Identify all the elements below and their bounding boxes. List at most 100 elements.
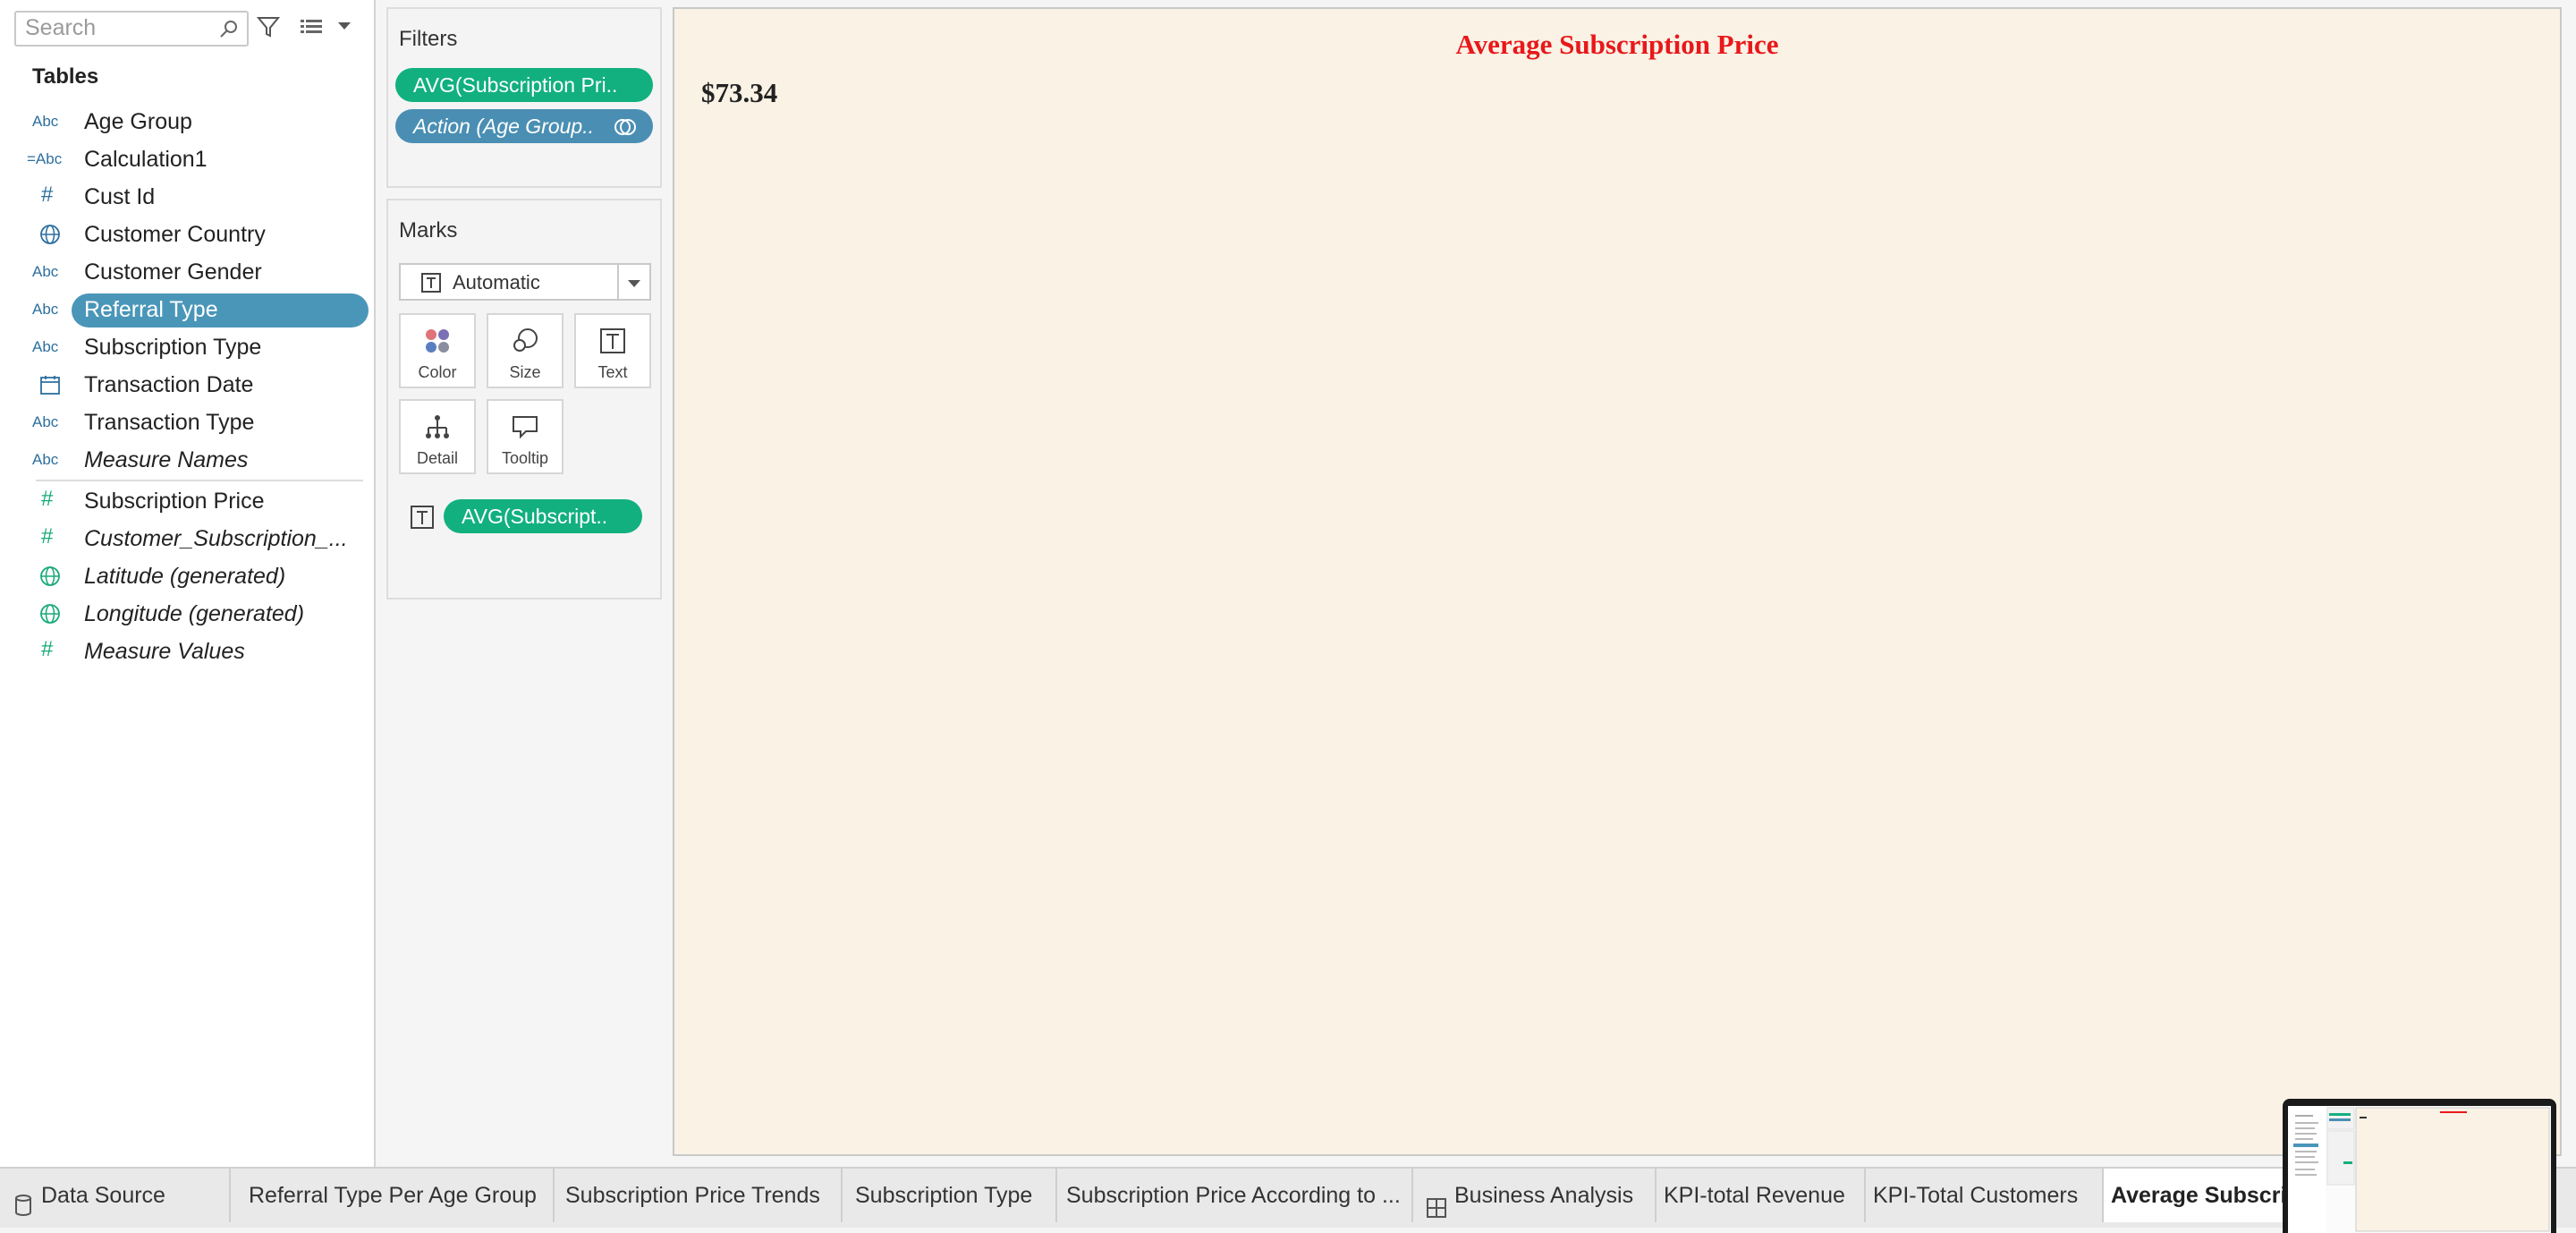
globe-icon — [39, 224, 75, 250]
detail-label: Detail — [416, 449, 459, 467]
field-label: Transaction Type — [84, 410, 255, 435]
field-transaction-type[interactable]: Abc Transaction Type — [0, 404, 374, 440]
tab-referral-type-per-age-group[interactable]: Referral Type Per Age Group — [231, 1169, 555, 1222]
detail-button[interactable]: Detail — [399, 399, 476, 474]
field-label: Cust Id — [84, 184, 156, 209]
chevron-down-icon — [626, 277, 642, 293]
field-measure-names[interactable]: Abc Measure Names — [0, 442, 374, 478]
tab-label: Data Source — [41, 1183, 165, 1208]
view-title: Average Subscription Price — [1455, 29, 1779, 60]
tab-business-analysis[interactable]: Business Analysis — [1413, 1169, 1657, 1222]
number-type-icon: # — [41, 487, 54, 511]
filter-icon[interactable] — [256, 14, 281, 44]
tab-subscription-type[interactable]: Subscription Type — [843, 1169, 1057, 1222]
mark-type-label: Automatic — [453, 271, 540, 293]
tooltip-button[interactable]: Tooltip — [487, 399, 564, 474]
data-pane: Tables Abc Age Group =Abc Calculation1 #… — [0, 0, 376, 1167]
field-referral-type[interactable]: Abc Referral Type — [0, 292, 374, 327]
field-cust-id[interactable]: # Cust Id — [0, 179, 374, 215]
filters-shelf: Filters AVG(Subscription Pri.. Action (A… — [386, 7, 662, 188]
field-label: Calculation1 — [84, 147, 208, 172]
dimension-measure-divider — [36, 480, 363, 481]
size-label: Size — [509, 363, 541, 381]
size-button[interactable]: Size — [487, 313, 564, 388]
mark-type-dropdown[interactable]: Automatic — [399, 263, 651, 301]
text-icon — [576, 326, 649, 356]
tab-data-source[interactable]: Data Source — [0, 1169, 231, 1222]
string-type-icon: Abc — [32, 263, 59, 280]
tab-kpi-total-customers[interactable]: KPI-Total Customers — [1866, 1169, 2104, 1222]
chevron-down-icon[interactable] — [336, 20, 352, 37]
view-canvas[interactable]: Average Subscription Price $73.34 — [673, 7, 2562, 1156]
tab-average-subscription-price[interactable]: Average Subscri — [2104, 1169, 2283, 1222]
tab-subscription-price-according[interactable]: Subscription Price According to ... — [1057, 1169, 1413, 1222]
tooltip-icon — [488, 412, 562, 442]
tab-label: Subscription Price According to ... — [1066, 1183, 1401, 1208]
field-measure-values[interactable]: # Measure Values — [0, 634, 374, 669]
field-label: Customer Country — [84, 222, 266, 247]
tables-header: Tables — [32, 64, 99, 89]
field-label: Transaction Date — [84, 372, 254, 397]
color-button[interactable]: Color — [399, 313, 476, 388]
field-calculation1[interactable]: =Abc Calculation1 — [0, 141, 374, 177]
field-transaction-date[interactable]: Transaction Date — [0, 367, 374, 403]
sheet-tab-bar: Data Source Referral Type Per Age Group … — [0, 1167, 2576, 1228]
field-customer-subscription[interactable]: # Customer_Subscription_... — [0, 521, 374, 557]
field-label: Subscription Type — [84, 335, 262, 360]
text-label: Text — [597, 363, 628, 381]
tab-label: Referral Type Per Age Group — [249, 1183, 537, 1208]
field-label: Customer_Subscription_... — [84, 526, 348, 551]
dropdown-separator — [617, 265, 619, 299]
tab-label: Subscription Price Trends — [565, 1183, 820, 1208]
field-customer-country[interactable]: Customer Country — [0, 217, 374, 252]
tab-label: KPI-total Revenue — [1664, 1183, 1845, 1208]
field-subscription-type[interactable]: Abc Subscription Type — [0, 329, 374, 365]
size-icon — [488, 326, 562, 356]
globe-icon — [39, 565, 75, 591]
filter-pill-avg-subscription-price[interactable]: AVG(Subscription Pri.. — [395, 68, 653, 102]
thumbnail-image — [2288, 1106, 2550, 1233]
field-label: Latitude (generated) — [84, 564, 286, 589]
field-age-group[interactable]: Abc Age Group — [0, 104, 374, 140]
thumbnail-screen — [2288, 1106, 2551, 1233]
string-type-icon: Abc — [32, 113, 59, 130]
tab-subscription-price-trends[interactable]: Subscription Price Trends — [555, 1169, 843, 1222]
string-type-icon: Abc — [32, 451, 59, 468]
field-label: Referral Type — [84, 297, 218, 322]
marks-title: Marks — [399, 218, 458, 242]
tooltip-label: Tooltip — [501, 449, 549, 467]
kpi-value[interactable]: $73.34 — [701, 77, 777, 109]
pill-label: Action (Age Group.. — [413, 115, 594, 138]
text-button[interactable]: Text — [574, 313, 651, 388]
calendar-icon — [39, 374, 75, 400]
number-type-icon: # — [41, 524, 54, 548]
text-pill-avg-subscription-price[interactable]: AVG(Subscript.. — [444, 499, 642, 533]
text-shelf-icon — [410, 505, 435, 534]
color-icon — [401, 326, 474, 356]
database-icon — [14, 1183, 32, 1222]
search-icon[interactable] — [218, 19, 240, 45]
string-type-icon: Abc — [32, 301, 59, 318]
tab-label: Subscription Type — [855, 1183, 1033, 1208]
search-box[interactable] — [14, 11, 249, 47]
tab-label: KPI-Total Customers — [1873, 1183, 2079, 1208]
list-view-icon[interactable] — [299, 14, 324, 44]
field-customer-gender[interactable]: Abc Customer Gender — [0, 254, 374, 290]
tab-kpi-total-revenue[interactable]: KPI-total Revenue — [1657, 1169, 1866, 1222]
field-label: Longitude (generated) — [84, 601, 305, 626]
field-label: Age Group — [84, 109, 192, 134]
dashboard-icon — [1426, 1185, 1447, 1222]
search-input[interactable] — [16, 13, 222, 43]
field-label: Measure Names — [84, 447, 249, 472]
calculated-string-type-icon: =Abc — [27, 150, 63, 167]
number-type-icon: # — [41, 637, 54, 661]
marks-card: Marks Automatic Color Size Text Detail T… — [386, 199, 662, 599]
field-longitude[interactable]: Longitude (generated) — [0, 596, 374, 632]
field-subscription-price[interactable]: # Subscription Price — [0, 483, 374, 519]
field-latitude[interactable]: Latitude (generated) — [0, 558, 374, 594]
filters-title: Filters — [399, 27, 458, 51]
string-type-icon: Abc — [32, 413, 59, 430]
string-type-icon: Abc — [32, 338, 59, 355]
detail-icon — [401, 412, 474, 442]
sheet-thumbnail-preview[interactable] — [2283, 1099, 2556, 1233]
